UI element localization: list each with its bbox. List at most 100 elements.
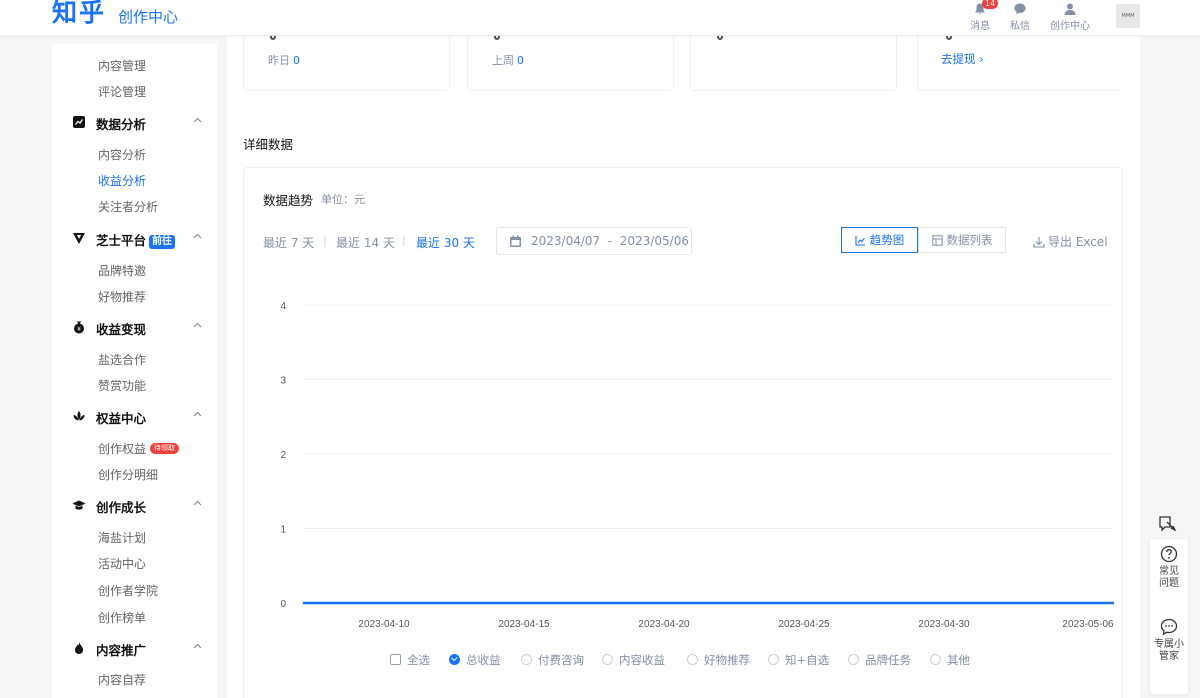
legend-label: 总收益: [466, 653, 501, 667]
radio-icon: [449, 654, 460, 665]
select-all-checkbox[interactable]: 全选: [390, 652, 430, 668]
legend-label: 内容收益: [619, 653, 665, 667]
withdraw-link[interactable]: 去提现 ›: [941, 51, 984, 67]
faq-button[interactable]: 常见问题: [1150, 545, 1188, 590]
svg-text:¥: ¥: [77, 326, 81, 333]
sidebar-group-label: 创作成长: [96, 500, 147, 515]
sidebar-item-score-details[interactable]: 创作分明细: [98, 466, 158, 483]
legend-label: 全选: [407, 653, 430, 667]
x-tick-label: 2023-04-30: [918, 619, 970, 630]
sidebar-item-content-analysis[interactable]: 内容分析: [98, 146, 146, 163]
radio-icon: [521, 654, 532, 665]
sidebar-group-monetization[interactable]: ¥ 收益变现: [72, 318, 202, 338]
legend-brand-task[interactable]: 品牌任务: [848, 652, 911, 668]
sidebar-item-creator-rights[interactable]: 创作权益 待领取: [98, 440, 180, 457]
trend-line-chart: 0 1 2 3 4 2023-04-10 2023-04-15 2023-04-20 2023-…: [280, 301, 1114, 630]
assistant-label: 专属小管家: [1154, 639, 1184, 662]
sidebar-item-self-recommend[interactable]: 内容自荐: [98, 671, 146, 688]
chevron-up-icon: [193, 233, 202, 239]
checkbox-icon: [390, 654, 401, 665]
legend-zhi-plus[interactable]: 知+自选: [768, 652, 829, 668]
sidebar-group-benefits-center[interactable]: 权益中心: [72, 407, 202, 427]
go-tag[interactable]: 前往: [149, 235, 176, 249]
chevron-up-icon: [193, 643, 202, 649]
legend-label: 付费咨询: [538, 653, 584, 667]
main-content: 昨日 0 上周 0 去提现 › 详细数据 数据趋势 单位：元 最近 7 天 | 最近…: [227, 34, 1140, 698]
legend-other[interactable]: 其他: [930, 652, 970, 668]
x-tick-label: 2023-04-10: [358, 619, 410, 630]
stat-card-yesterday: 昨日 0: [243, 34, 450, 91]
sidebar-item-revenue-analysis[interactable]: 收益分析: [98, 172, 146, 189]
radio-icon: [768, 654, 779, 665]
chart-icon: [73, 116, 85, 128]
sidebar-item-appreciation[interactable]: 赞赏功能: [98, 377, 146, 394]
messages-button[interactable]: 14 消息: [960, 0, 1000, 32]
sidebar-item-follower-analysis[interactable]: 关注者分析: [98, 198, 158, 215]
legend-label: 好物推荐: [704, 653, 750, 667]
sidebar-item-creator-ranking[interactable]: 创作榜单: [98, 609, 146, 626]
legend-good-products[interactable]: 好物推荐: [687, 652, 750, 668]
x-tick-label: 2023-05-06: [1062, 619, 1114, 630]
y-tick-label: 2: [280, 450, 286, 461]
zhihu-logo[interactable]: 知乎: [52, 0, 106, 26]
legend-total-revenue[interactable]: 总收益: [449, 652, 501, 668]
question-icon: [1160, 545, 1178, 563]
stat-card-total: [690, 34, 897, 91]
legend-paid-consult[interactable]: 付费咨询: [521, 652, 584, 668]
detail-data-title: 详细数据: [243, 137, 294, 152]
sidebar-group-content-promotion[interactable]: 内容推广: [72, 639, 202, 659]
x-tick-label: 2023-04-20: [638, 619, 690, 630]
cheese-icon: [73, 233, 85, 244]
assistant-button[interactable]: 专属小管家: [1150, 618, 1188, 663]
messages-label: 消息: [970, 21, 990, 32]
sidebar: 内容管理 评论管理 数据分析 内容分析 收益分析 关注者分析 芝士平台 前往 品牌…: [52, 44, 217, 698]
message-count-badge: 14: [982, 0, 999, 9]
sidebar-item-comment-manage[interactable]: 评论管理: [98, 83, 146, 100]
chevron-up-icon: [193, 411, 202, 417]
private-message-button[interactable]: 私信: [1000, 2, 1040, 32]
pending-claim-tag: 待领取: [150, 443, 180, 454]
top-header: 知乎 创作中心 14 消息 私信 创作中心 MMM: [0, 0, 1200, 36]
sidebar-group-label: 收益变现: [96, 322, 147, 337]
sidebar-group-label: 权益中心: [96, 411, 147, 426]
sidebar-group-data-analysis[interactable]: 数据分析: [72, 113, 202, 133]
sidebar-item-salt-plan[interactable]: 海盐计划: [98, 529, 146, 546]
trend-panel: 数据趋势 单位：元 最近 7 天 | 最近 14 天 | 最近 30 天 202…: [243, 167, 1123, 698]
creator-center-button[interactable]: 创作中心: [1046, 2, 1094, 32]
last-week-stat: 上周 0: [492, 54, 524, 67]
x-tick-label: 2023-04-15: [498, 619, 550, 630]
sidebar-item-content-manage[interactable]: 内容管理: [98, 57, 146, 74]
help-panel: 常见问题 专属小管家: [1150, 539, 1188, 694]
legend-label: 知+自选: [785, 653, 830, 667]
legend-label: 其他: [947, 653, 970, 667]
sidebar-item-creator-academy[interactable]: 创作者学院: [98, 582, 158, 599]
user-icon: [1064, 3, 1076, 15]
sidebar-item-brand-invite[interactable]: 品牌特邀: [98, 262, 146, 279]
y-tick-label: 3: [280, 376, 286, 387]
creator-center-title[interactable]: 创作中心: [118, 6, 178, 27]
chevron-up-icon: [193, 500, 202, 506]
chevron-up-icon: [193, 117, 202, 123]
chevron-up-icon: [193, 322, 202, 328]
sidebar-item-salt-cooperation[interactable]: 盐选合作: [98, 351, 146, 368]
y-tick-label: 1: [280, 525, 286, 536]
stat-card-last-week: 上周 0: [467, 34, 674, 91]
lotus-icon: [73, 411, 85, 421]
avatar[interactable]: MMM: [1116, 4, 1140, 28]
sidebar-group-cheese-platform[interactable]: 芝士平台 前往: [72, 229, 202, 249]
private-message-label: 私信: [1010, 21, 1030, 32]
feedback-icon[interactable]: [1158, 515, 1178, 533]
y-tick-label: 0: [280, 599, 286, 610]
radio-icon: [687, 654, 698, 665]
creator-center-label: 创作中心: [1050, 21, 1090, 32]
money-bag-icon: ¥: [74, 321, 84, 334]
sidebar-group-creator-growth[interactable]: 创作成长: [72, 496, 202, 516]
chat-icon: [1014, 3, 1026, 15]
sidebar-item-activity-center[interactable]: 活动中心: [98, 555, 146, 572]
faq-label: 常见问题: [1159, 566, 1179, 589]
sidebar-item-good-products[interactable]: 好物推荐: [98, 288, 146, 305]
legend-content-revenue[interactable]: 内容收益: [602, 652, 665, 668]
sidebar-group-label: 数据分析: [96, 117, 147, 132]
stat-card-balance: 去提现 ›: [917, 34, 1122, 91]
sidebar-group-label: 芝士平台 前往: [96, 230, 176, 249]
